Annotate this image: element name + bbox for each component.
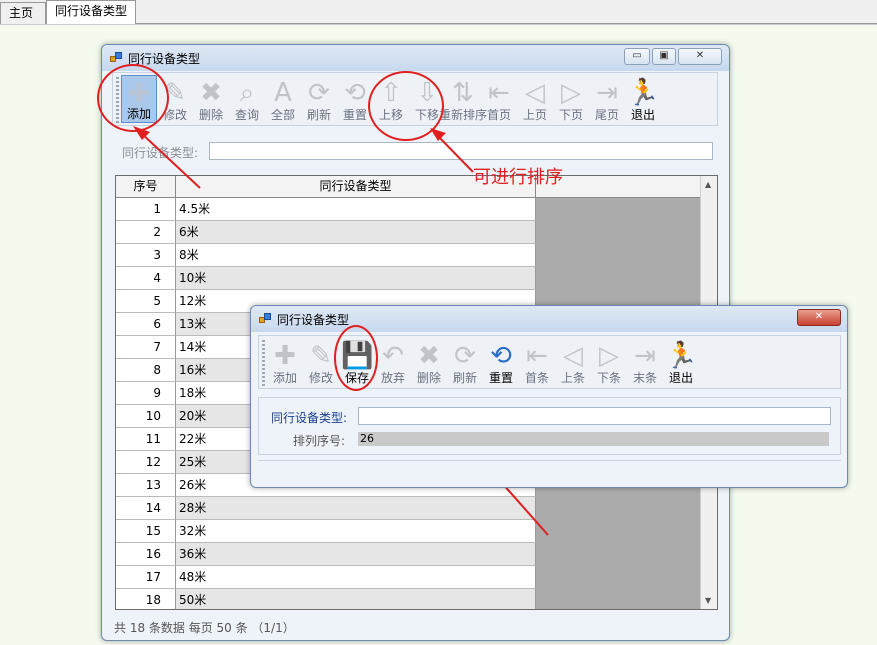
order-label: 排列序号: <box>293 434 346 448</box>
dialog-title: 同行设备类型 <box>277 313 350 327</box>
close-icon: ✕ <box>814 311 824 322</box>
last-record-icon: ⇥ <box>634 341 656 371</box>
dialog-app-icon <box>259 313 271 325</box>
dialog-close-button[interactable]: ✕ <box>797 309 841 326</box>
reset-icon: ⟲ <box>490 341 512 371</box>
refresh-icon: ⟳ <box>454 341 476 371</box>
order-value: 26 <box>358 432 829 446</box>
dialog-title-bar[interactable]: 同行设备类型 ✕ <box>251 306 847 332</box>
annotation-circle-save <box>334 325 378 391</box>
dialog-form <box>258 397 841 455</box>
undo-icon: ↶ <box>382 341 404 371</box>
first-record-icon: ⇤ <box>526 341 548 371</box>
prev-record-icon: ◁ <box>563 341 583 371</box>
plus-icon: ✚ <box>274 341 296 371</box>
exit-icon: 🏃 <box>665 341 698 371</box>
toolbar-button-exit[interactable]: 🏃 退出 <box>663 338 699 386</box>
edit-icon: ✎ <box>310 341 332 371</box>
type-input[interactable] <box>358 407 831 425</box>
divider <box>258 460 841 461</box>
type-label: 同行设备类型: <box>271 411 348 425</box>
delete-icon: ✖ <box>418 341 440 371</box>
edit-dialog: 同行设备类型 ✕ ✚ 添加 ✎ 修改 💾 保存 ↶ 放弃 ✖ 删除 ⟳ 刷新 ⟲ 重置 ⇤ 首条 ◁ 上条 ▷ 下条 ⇥… <box>250 305 848 488</box>
toolbar-button-label: 退出 <box>668 371 693 385</box>
next-record-icon: ▷ <box>599 341 619 371</box>
